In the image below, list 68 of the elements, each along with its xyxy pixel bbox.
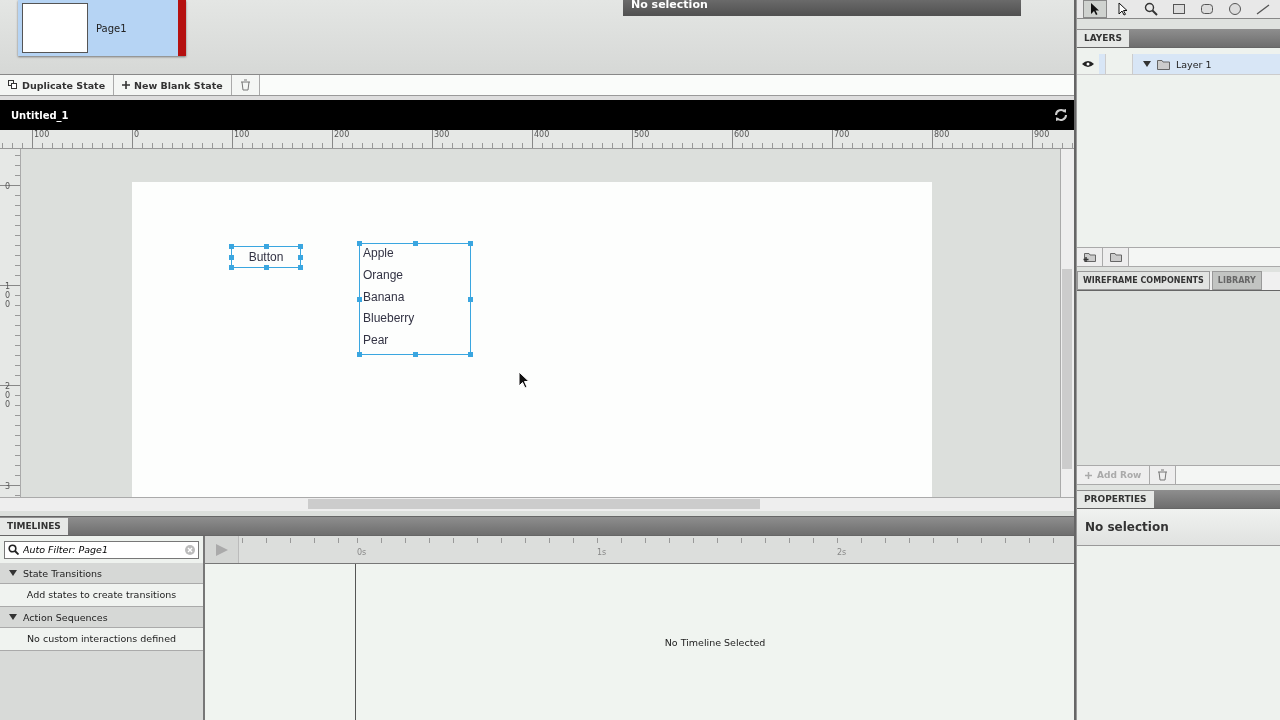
plus-icon: [122, 81, 131, 89]
new-layer-button[interactable]: [1077, 248, 1103, 266]
new-blank-state-button[interactable]: New Blank State: [114, 75, 232, 95]
time-mark: 0s: [357, 548, 367, 557]
ruler-label: 0: [134, 130, 140, 139]
horizontal-scrollbar[interactable]: [0, 497, 1074, 511]
new-folder-button[interactable]: [1103, 248, 1129, 266]
vertical-scrollbar[interactable]: [1060, 149, 1074, 497]
duplicate-state-button[interactable]: Duplicate State: [0, 75, 115, 95]
play-icon: [214, 542, 229, 557]
trash-icon: [1157, 469, 1169, 481]
ruler-label: 200: [5, 383, 12, 410]
tool-pointer[interactable]: [1083, 0, 1107, 18]
pointer-tool-icon: [1088, 2, 1102, 16]
ruler-label: 900: [1034, 130, 1050, 139]
cursor-icon: [518, 371, 530, 389]
expand-icon[interactable]: [9, 614, 17, 620]
ruler-label: 200: [334, 130, 350, 139]
ruler-label: 500: [634, 130, 650, 139]
time-mark: 1s: [597, 548, 607, 557]
list-item: Pear: [363, 332, 389, 350]
filter-field[interactable]: Auto Filter: Page1: [4, 540, 199, 559]
ruler-label: 700: [834, 130, 850, 139]
properties-tab[interactable]: PROPERTIES: [1077, 491, 1154, 508]
eye-icon[interactable]: [1082, 60, 1094, 68]
time-mark: 2s: [837, 548, 847, 557]
refresh-icon[interactable]: [1054, 108, 1068, 122]
delete-button[interactable]: [231, 75, 260, 95]
layers-tab[interactable]: LAYERS: [1077, 30, 1129, 47]
selection-banner: No selection: [623, 0, 1021, 16]
button-widget[interactable]: Button: [229, 244, 303, 270]
ruler-label: 100: [234, 130, 250, 139]
properties-message: No selection: [1085, 520, 1169, 534]
ruler-label: 300: [434, 130, 450, 139]
folder-icon: [1157, 58, 1170, 70]
ruler-label: 0: [5, 183, 12, 192]
delete-button[interactable]: [1150, 466, 1177, 484]
ruler-label: 100: [34, 130, 50, 139]
folder-icon: [1108, 251, 1123, 263]
search-icon: [8, 544, 19, 555]
list-item: Blueberry: [363, 310, 415, 328]
folder-plus-icon: [1082, 251, 1097, 263]
empty-timeline-message: No Timeline Selected: [664, 636, 766, 648]
zoom-tool-icon: [1144, 2, 1158, 16]
ruler-label: 400: [534, 130, 550, 139]
page-thumbnail[interactable]: Page1: [18, 0, 186, 56]
section-message: No custom interactions defined: [0, 628, 203, 651]
section-message: Add states to create transitions: [0, 584, 203, 607]
layer-row[interactable]: Layer 1: [1077, 54, 1280, 75]
line-tool-icon: [1256, 2, 1270, 16]
list-item: Apple: [363, 245, 394, 262]
library-tab[interactable]: WIREFRAME COMPONENTS: [1077, 271, 1210, 290]
direct-tool-icon: [1116, 2, 1130, 16]
timelines-tab[interactable]: TIMELINES: [0, 518, 68, 535]
duplicate-icon: [8, 80, 18, 90]
button-label: Button: [248, 250, 284, 264]
list-item: Banana: [363, 288, 405, 306]
document-title: Untitled_1: [11, 109, 69, 121]
expand-icon[interactable]: [1143, 61, 1151, 67]
ruler-label: 3: [5, 483, 12, 492]
ruler-label: 800: [934, 130, 950, 139]
list-item: Orange: [363, 266, 404, 284]
expand-icon[interactable]: [9, 570, 17, 576]
ruler-label: 100: [5, 283, 12, 310]
plus-icon: [1085, 471, 1092, 479]
list-widget[interactable]: Apple Orange Banana Blueberry Pear: [357, 241, 473, 357]
trash-icon: [239, 79, 251, 91]
ruler-label: 600: [734, 130, 750, 139]
